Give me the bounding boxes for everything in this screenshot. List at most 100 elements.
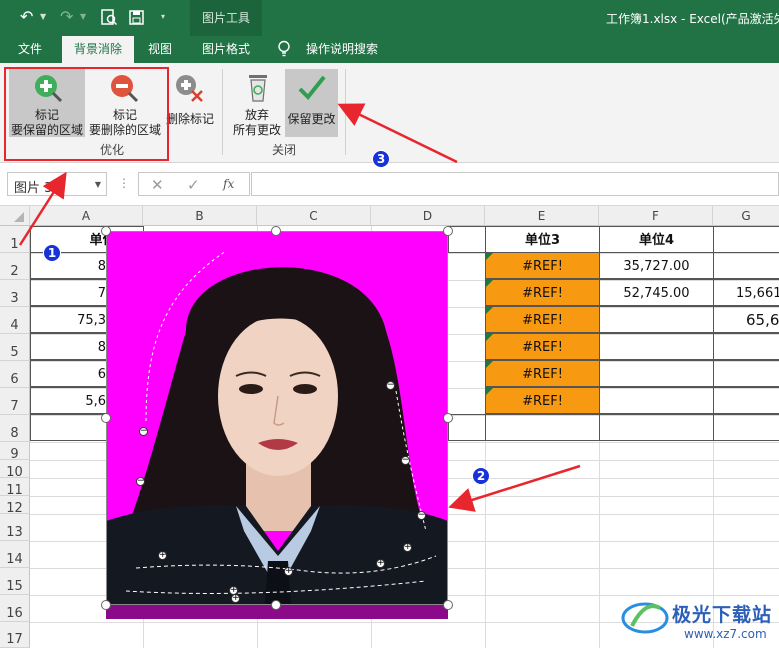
keep-changes-button[interactable]: 保留更改 bbox=[285, 69, 338, 137]
column-header-f[interactable]: F bbox=[599, 206, 713, 226]
resize-handle-top-left[interactable] bbox=[101, 226, 111, 236]
watermark-logo-icon bbox=[621, 602, 669, 634]
resize-handle-bottom-left[interactable] bbox=[101, 600, 111, 610]
resize-handle-bottom[interactable] bbox=[271, 600, 281, 610]
marking-point[interactable]: + bbox=[158, 551, 167, 560]
column-header-d[interactable]: D bbox=[371, 206, 485, 226]
resize-handle-left[interactable] bbox=[101, 413, 111, 423]
row-header-12[interactable]: 12 bbox=[0, 496, 30, 516]
document-title: 工作簿1.xlsx - Excel(产品激活失 bbox=[606, 12, 779, 26]
cell-e4[interactable]: #REF! bbox=[485, 306, 600, 333]
resize-handle-top-right[interactable] bbox=[443, 226, 453, 236]
row-header-16[interactable]: 16 bbox=[0, 595, 30, 622]
cell-f6[interactable] bbox=[599, 360, 714, 387]
cell-g5[interactable] bbox=[713, 333, 779, 360]
enter-icon[interactable]: ✓ bbox=[187, 176, 200, 194]
cell-f7[interactable] bbox=[599, 387, 714, 414]
row-header-7[interactable]: 7 bbox=[0, 388, 30, 415]
row-header-5[interactable]: 5 bbox=[0, 334, 30, 361]
name-box[interactable]: 图片 3 ▼ bbox=[7, 172, 107, 196]
ribbon-tabs: 文件 背景消除 视图 图片格式 操作说明搜索 bbox=[0, 36, 779, 63]
redo-dropdown-icon[interactable]: ▼ bbox=[80, 12, 86, 21]
marking-point[interactable]: − bbox=[401, 456, 410, 465]
discard-label-2: 所有更改 bbox=[232, 123, 281, 137]
marking-point[interactable]: − bbox=[136, 477, 145, 486]
cell-e8[interactable] bbox=[485, 414, 600, 441]
cell-e5-value: #REF! bbox=[522, 340, 563, 355]
row-header-1[interactable]: 1 bbox=[0, 226, 30, 253]
cell-e7[interactable]: #REF! bbox=[485, 387, 600, 414]
cancel-icon[interactable]: ✕ bbox=[151, 176, 164, 194]
column-header-g[interactable]: G bbox=[713, 206, 779, 226]
cell-g2[interactable] bbox=[713, 252, 779, 279]
cell-d1[interactable] bbox=[448, 226, 486, 253]
column-header-b[interactable]: B bbox=[143, 206, 257, 226]
cell-e3[interactable]: #REF! bbox=[485, 279, 600, 306]
marking-point[interactable]: − bbox=[386, 381, 395, 390]
name-box-dropdown-icon[interactable]: ▼ bbox=[95, 180, 101, 189]
row-header-8[interactable]: 8 bbox=[0, 415, 30, 442]
cell-e2[interactable]: #REF! bbox=[485, 252, 600, 279]
row-header-9[interactable]: 9 bbox=[0, 442, 30, 462]
resize-handle-top[interactable] bbox=[271, 226, 281, 236]
tell-me-search[interactable]: 操作说明搜索 bbox=[300, 36, 384, 63]
column-header-c[interactable]: C bbox=[257, 206, 371, 226]
portrait-image bbox=[106, 231, 448, 619]
cell-e1[interactable]: 单位3 bbox=[485, 226, 600, 253]
cell-g4[interactable]: 65,6 bbox=[713, 306, 779, 333]
print-preview-icon[interactable] bbox=[101, 9, 117, 26]
cell-d8[interactable] bbox=[448, 414, 486, 441]
marking-point[interactable]: + bbox=[231, 594, 240, 603]
tab-view[interactable]: 视图 bbox=[140, 36, 180, 63]
undo-icon[interactable]: ↶ bbox=[20, 8, 33, 26]
cell-f1[interactable]: 单位4 bbox=[599, 226, 714, 253]
marking-point[interactable]: + bbox=[284, 567, 293, 576]
row-header-14[interactable]: 14 bbox=[0, 541, 30, 568]
selected-picture[interactable]: − − − − − + + + + + + bbox=[106, 231, 448, 619]
row-header-17[interactable]: 17 bbox=[0, 622, 30, 648]
cell-f5[interactable] bbox=[599, 333, 714, 360]
cell-g6[interactable] bbox=[713, 360, 779, 387]
cell-g1[interactable] bbox=[713, 226, 779, 253]
formula-bar-grip-icon[interactable]: ⋮ bbox=[118, 176, 130, 190]
row-header-6[interactable]: 6 bbox=[0, 361, 30, 388]
cell-f8[interactable] bbox=[599, 414, 714, 441]
cell-g7[interactable] bbox=[713, 387, 779, 414]
save-icon[interactable] bbox=[129, 10, 144, 25]
marking-point[interactable]: + bbox=[376, 559, 385, 568]
row-header-15[interactable]: 15 bbox=[0, 568, 30, 595]
tab-background-removal[interactable]: 背景消除 bbox=[62, 36, 134, 63]
row-header-4[interactable]: 4 bbox=[0, 307, 30, 334]
error-indicator-icon bbox=[486, 334, 493, 341]
tab-picture-format[interactable]: 图片格式 bbox=[190, 36, 262, 63]
delete-mark-button[interactable]: 删除标记 bbox=[164, 69, 216, 137]
cell-e5[interactable]: #REF! bbox=[485, 333, 600, 360]
cell-g8[interactable] bbox=[713, 414, 779, 441]
tab-file[interactable]: 文件 bbox=[8, 36, 52, 63]
marking-point[interactable]: + bbox=[403, 543, 412, 552]
redo-icon[interactable]: ↷ bbox=[60, 8, 73, 26]
marking-point[interactable]: − bbox=[139, 427, 148, 436]
error-indicator-icon bbox=[486, 280, 493, 287]
select-all-corner[interactable] bbox=[0, 206, 30, 226]
row-header-13[interactable]: 13 bbox=[0, 514, 30, 541]
row-header-2[interactable]: 2 bbox=[0, 253, 30, 280]
cell-e6[interactable]: #REF! bbox=[485, 360, 600, 387]
column-header-e[interactable]: E bbox=[485, 206, 599, 226]
row-header-10[interactable]: 10 bbox=[0, 460, 30, 480]
row-header-3[interactable]: 3 bbox=[0, 280, 30, 307]
formula-input[interactable] bbox=[251, 172, 779, 196]
resize-handle-right[interactable] bbox=[443, 413, 453, 423]
marking-point[interactable]: − bbox=[417, 511, 426, 520]
cell-f3[interactable]: 52,745.00 bbox=[599, 279, 714, 306]
resize-handle-bottom-right[interactable] bbox=[443, 600, 453, 610]
undo-dropdown-icon[interactable]: ▼ bbox=[40, 12, 46, 21]
cell-g3[interactable]: 15,661 bbox=[713, 279, 779, 306]
row-header-11[interactable]: 11 bbox=[0, 478, 30, 498]
column-header-a[interactable]: A bbox=[30, 206, 143, 226]
discard-all-changes-button[interactable]: 放弃 所有更改 bbox=[228, 69, 286, 137]
cell-f4[interactable] bbox=[599, 306, 714, 333]
cell-f2[interactable]: 35,727.00 bbox=[599, 252, 714, 279]
insert-function-icon[interactable]: fx bbox=[223, 177, 234, 191]
customize-toolbar-icon[interactable]: ▾ bbox=[161, 12, 165, 21]
